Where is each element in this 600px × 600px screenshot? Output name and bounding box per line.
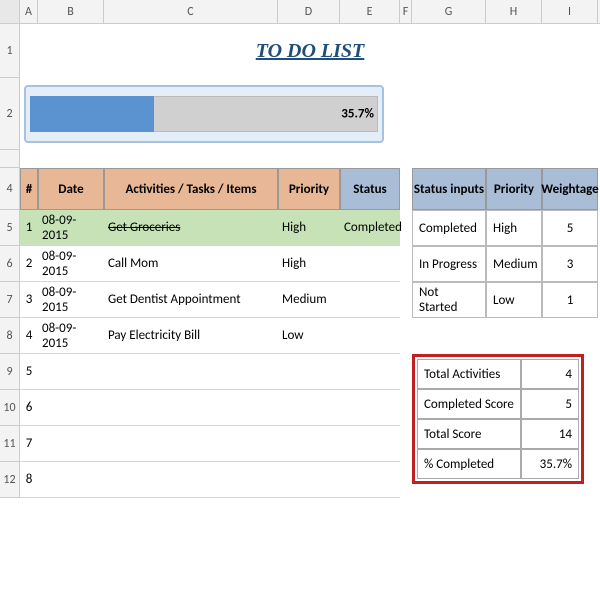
lookup-weight[interactable]: 5 <box>542 210 598 246</box>
lth-weight[interactable]: Weightage <box>542 168 598 210</box>
cell-priority[interactable] <box>278 426 340 462</box>
cell-priority[interactable] <box>278 354 340 390</box>
row-header-3[interactable] <box>0 150 20 168</box>
cell-status[interactable] <box>340 282 400 318</box>
cell-activity[interactable]: Pay Electricity Bill <box>104 318 278 354</box>
cell-num[interactable]: 8 <box>20 462 38 498</box>
cell-priority[interactable]: High <box>278 210 340 246</box>
select-all-corner[interactable] <box>0 0 20 23</box>
row-header-7[interactable]: 7 <box>0 282 20 318</box>
col-header-I[interactable]: I <box>542 0 598 23</box>
cell-status[interactable] <box>340 246 400 282</box>
row-header-11[interactable]: 11 <box>0 426 20 462</box>
col-header-H[interactable]: H <box>486 0 542 23</box>
row-header-5[interactable]: 5 <box>0 210 20 246</box>
cell-date[interactable]: 08-09-2015 <box>38 282 104 318</box>
summary-value[interactable]: 14 <box>521 419 579 449</box>
col-header-B[interactable]: B <box>38 0 104 23</box>
cell-num[interactable]: 7 <box>20 426 38 462</box>
cell-date[interactable]: 08-09-2015 <box>38 246 104 282</box>
summary-label[interactable]: % Completed <box>417 449 521 479</box>
th-status[interactable]: Status <box>340 168 400 210</box>
lookup-priority[interactable]: High <box>486 210 542 246</box>
progress-bar <box>30 96 378 132</box>
summary-value[interactable]: 4 <box>521 359 579 389</box>
cell-status[interactable] <box>340 426 400 462</box>
col-header-F[interactable]: F <box>400 0 412 23</box>
cell-activity[interactable] <box>104 462 278 498</box>
row-header-1[interactable]: 1 <box>0 24 20 78</box>
title-cell[interactable]: TO DO LIST <box>20 24 600 78</box>
row-header-6[interactable]: 6 <box>0 246 20 282</box>
cell-activity[interactable]: Call Mom <box>104 246 278 282</box>
summary-box: Total Activities4Completed Score5Total S… <box>412 354 584 484</box>
cell-priority[interactable] <box>278 462 340 498</box>
row-header-10[interactable]: 10 <box>0 390 20 426</box>
cell-priority[interactable]: Medium <box>278 282 340 318</box>
column-header-row: A B C D E F G H I <box>0 0 600 24</box>
progress-bar-frame: 35.7% <box>24 85 384 143</box>
cell-num[interactable]: 6 <box>20 390 38 426</box>
progress-fill <box>30 96 154 132</box>
summary-label[interactable]: Total Activities <box>417 359 521 389</box>
cell-num[interactable]: 1 <box>20 210 38 246</box>
cell-status[interactable] <box>340 462 400 498</box>
cell-activity[interactable]: Get Dentist Appointment <box>104 282 278 318</box>
lookup-weight[interactable]: 3 <box>542 246 598 282</box>
col-header-D[interactable]: D <box>278 0 340 23</box>
col-header-G[interactable]: G <box>412 0 486 23</box>
lookup-priority[interactable]: Medium <box>486 246 542 282</box>
cell-date[interactable] <box>38 390 104 426</box>
lookup-weight[interactable]: 1 <box>542 282 598 318</box>
cell-activity[interactable] <box>104 426 278 462</box>
cell-num[interactable]: 4 <box>20 318 38 354</box>
cell-num[interactable]: 2 <box>20 246 38 282</box>
lth-status[interactable]: Status inputs <box>412 168 486 210</box>
row-header-12[interactable]: 12 <box>0 462 20 498</box>
progress-container: 35.7% <box>20 78 384 150</box>
cell-date[interactable]: 08-09-2015 <box>38 210 104 246</box>
col-header-C[interactable]: C <box>104 0 278 23</box>
cell-priority[interactable]: Low <box>278 318 340 354</box>
lookup-status[interactable]: Not Started <box>412 282 486 318</box>
cell-date[interactable] <box>38 462 104 498</box>
cell-num[interactable]: 5 <box>20 354 38 390</box>
summary-label[interactable]: Total Score <box>417 419 521 449</box>
cell-priority[interactable]: High <box>278 246 340 282</box>
cell-status[interactable] <box>340 318 400 354</box>
summary-label[interactable]: Completed Score <box>417 389 521 419</box>
page-title: TO DO LIST <box>256 40 365 63</box>
th-num[interactable]: # <box>20 168 38 210</box>
cell-date[interactable]: 08-09-2015 <box>38 318 104 354</box>
cell-status[interactable] <box>340 390 400 426</box>
summary-value[interactable]: 35.7% <box>521 449 579 479</box>
th-activity[interactable]: Activities / Tasks / Items <box>104 168 278 210</box>
cell-activity[interactable] <box>104 390 278 426</box>
row-header-8[interactable]: 8 <box>0 318 20 354</box>
col-header-E[interactable]: E <box>340 0 400 23</box>
cell-priority[interactable] <box>278 390 340 426</box>
summary-value[interactable]: 5 <box>521 389 579 419</box>
lookup-priority[interactable]: Low <box>486 282 542 318</box>
col-header-A[interactable]: A <box>20 0 38 23</box>
th-priority[interactable]: Priority <box>278 168 340 210</box>
cell-activity[interactable] <box>104 354 278 390</box>
lookup-status[interactable]: In Progress <box>412 246 486 282</box>
cell-status[interactable] <box>340 354 400 390</box>
cell-date[interactable] <box>38 354 104 390</box>
progress-label: 35.7% <box>341 107 374 122</box>
cell-date[interactable] <box>38 426 104 462</box>
cell-num[interactable]: 3 <box>20 282 38 318</box>
cell-activity[interactable]: Get Groceries <box>104 210 278 246</box>
lookup-status[interactable]: Completed <box>412 210 486 246</box>
lth-priority[interactable]: Priority <box>486 168 542 210</box>
row-header-9[interactable]: 9 <box>0 354 20 390</box>
th-date[interactable]: Date <box>38 168 104 210</box>
row-header-2[interactable]: 2 <box>0 78 20 150</box>
row-header-4[interactable]: 4 <box>0 168 20 210</box>
cell-status[interactable]: Completed <box>340 210 400 246</box>
